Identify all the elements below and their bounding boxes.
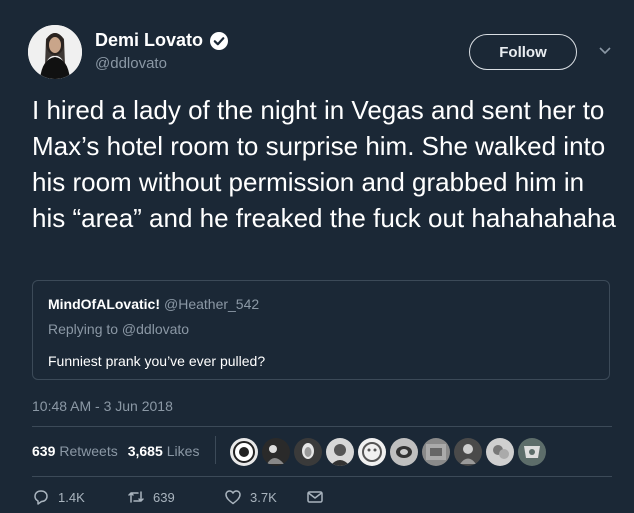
liker-avatar[interactable] [518,438,546,466]
liker-avatar[interactable] [294,438,322,466]
liker-avatar[interactable] [486,438,514,466]
avatar[interactable] [28,25,82,79]
likes-stat[interactable]: 3,685 Likes [128,443,200,459]
stats-separator [215,436,216,464]
like-count: 3.7K [250,489,277,505]
retweets-label: Retweets [59,443,118,459]
liker-avatar[interactable] [454,438,482,466]
quoted-text: Funniest prank you’ve ever pulled? [48,353,266,369]
tweet-timestamp[interactable]: 10:48 AM - 3 Jun 2018 [32,398,173,414]
author-name[interactable]: Demi Lovato [95,30,203,51]
quoted-replying-to: Replying to @ddlovato [48,321,190,337]
retweet-count: 639 [153,489,175,505]
tweet-actions: 1.4K 639 3.7K [32,488,324,506]
retweets-stat[interactable]: 639 Retweets [32,443,118,459]
liker-avatar[interactable] [390,438,418,466]
reply-icon [34,490,48,505]
reply-count: 1.4K [58,489,85,505]
verified-badge-icon [209,31,229,51]
quoted-author-name: MindOfALovatic! [48,296,160,312]
divider [32,476,612,477]
quoted-author-handle: @Heather_542 [164,296,260,312]
liker-avatar[interactable] [262,438,290,466]
liker-avatar[interactable] [358,438,386,466]
tweet-text: I hired a lady of the night in Vegas and… [32,95,616,233]
envelope-icon [307,491,323,503]
liker-avatar[interactable] [422,438,450,466]
message-action[interactable] [306,488,324,506]
heart-icon [225,490,241,505]
liker-avatar[interactable] [326,438,354,466]
retweet-icon [128,491,144,503]
author-name-row[interactable]: Demi Lovato [95,30,229,51]
divider [32,426,612,427]
retweets-count: 639 [32,443,56,459]
likes-count: 3,685 [127,443,163,459]
liker-avatars [230,438,546,466]
engagement-stats: 639 Retweets 3,685 Likes [32,443,199,459]
retweet-action[interactable]: 639 [127,488,224,506]
like-action[interactable]: 3.7K [224,488,306,506]
follow-button[interactable]: Follow [469,34,577,70]
chevron-down-icon[interactable] [598,46,612,56]
quoted-tweet[interactable]: MindOfALovatic! @Heather_542 Replying to … [32,280,610,380]
author-handle[interactable]: @ddlovato [95,55,167,72]
liker-avatar[interactable] [230,438,258,466]
reply-action[interactable]: 1.4K [32,488,127,506]
quoted-author: MindOfALovatic! @Heather_542 [48,296,259,312]
avatar-image [28,25,82,79]
likes-label: Likes [166,443,200,459]
